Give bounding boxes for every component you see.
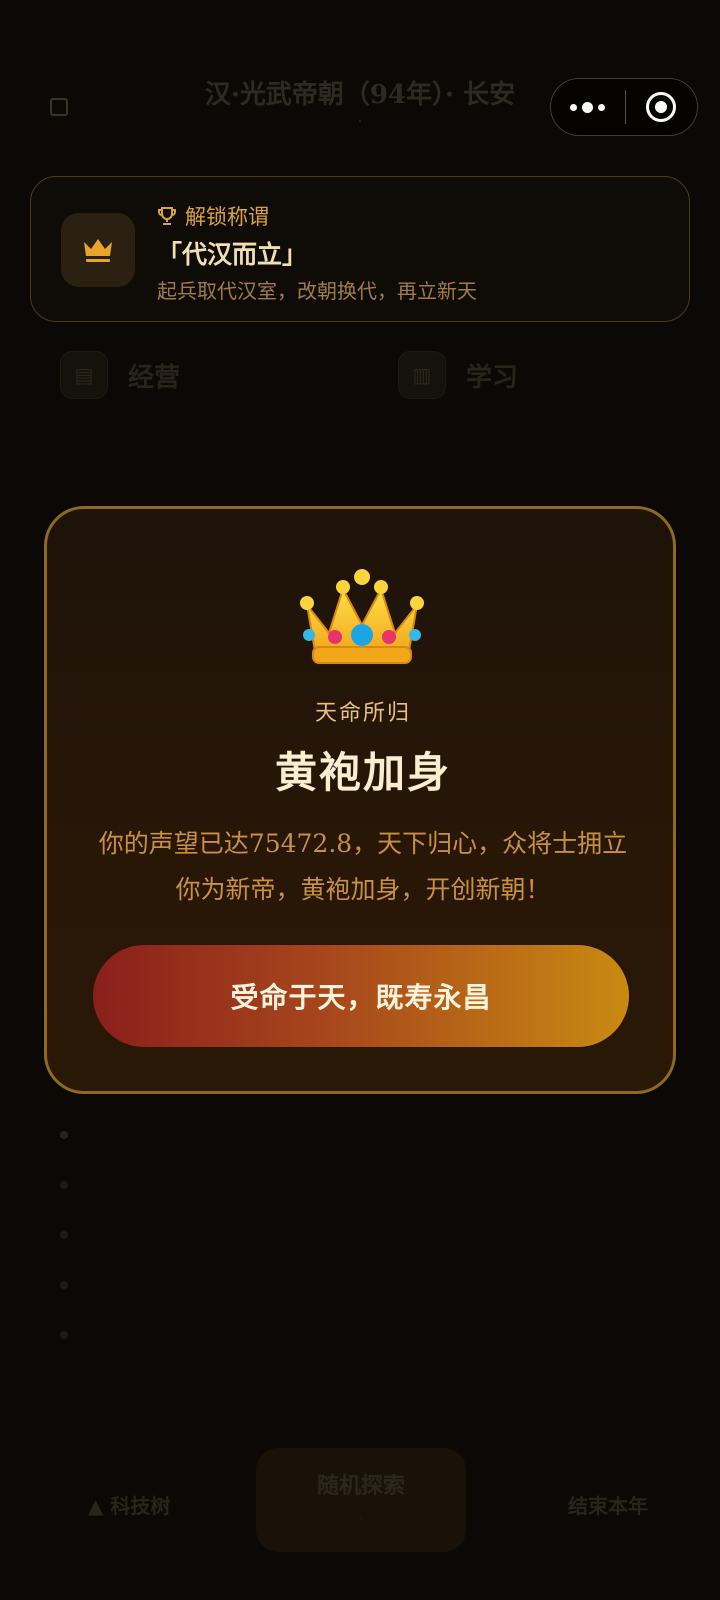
- toast-header: 解锁称谓: [157, 201, 269, 231]
- list-item: [60, 1260, 660, 1310]
- modal-body-line2: 你为新帝，黄袍加身，开创新朝！: [175, 875, 551, 904]
- shop-icon: ▤: [60, 351, 108, 399]
- list-item: [60, 1210, 660, 1260]
- trophy-icon: [158, 207, 176, 225]
- enthronement-modal: 天命所归 黄袍加身 你的声望已达75472.8，天下归心，众将士拥立 你为新帝，…: [44, 506, 676, 1094]
- modal-body-line1: 你的声望已达75472.8，天下归心，众将士拥立: [98, 829, 628, 858]
- modal-title: 黄袍加身: [274, 748, 451, 797]
- list-item: [60, 1310, 660, 1360]
- action-study: ▥ 学习: [398, 350, 518, 400]
- toast-header-label: 解锁称谓: [185, 205, 269, 229]
- event-log: [60, 1110, 660, 1360]
- list-item: [60, 1110, 660, 1160]
- close-target-icon[interactable]: [626, 78, 698, 136]
- modal-body: 你的声望已达75472.8，天下归心，众将士拥立 你为新帝，黄袍加身，开创新朝！: [87, 821, 639, 913]
- unlocked-title-description: 起兵取代汉室，改朝换代，再立新天: [157, 279, 477, 303]
- action-manage-label: 经营: [128, 362, 181, 393]
- title-unlock-toast: 解锁称谓 「代汉而立」 起兵取代汉室，改朝换代，再立新天: [30, 176, 690, 322]
- modal-kicker: 天命所归: [314, 701, 411, 726]
- random-explore-sub: ·: [358, 1512, 364, 1527]
- unlocked-title-name: 「代汉而立」: [157, 240, 308, 269]
- crown-icon: [61, 213, 135, 287]
- book-icon: ▥: [398, 351, 446, 399]
- list-item: [60, 1160, 660, 1210]
- more-icon[interactable]: [551, 78, 625, 136]
- random-explore-button: 随机探索 ·: [256, 1448, 466, 1552]
- crown-emoji: [297, 567, 427, 667]
- end-year-button: 结束本年: [568, 1494, 648, 1518]
- random-explore-label: 随机探索: [316, 1474, 405, 1499]
- accept-mandate-button[interactable]: 受命于天，既寿永昌: [93, 945, 629, 1047]
- action-study-label: 学习: [466, 362, 519, 393]
- action-manage: ▤ 经营: [60, 350, 180, 400]
- tech-tree-button: ▲ 科技树: [88, 1494, 171, 1518]
- miniprogram-capsule: [550, 78, 698, 136]
